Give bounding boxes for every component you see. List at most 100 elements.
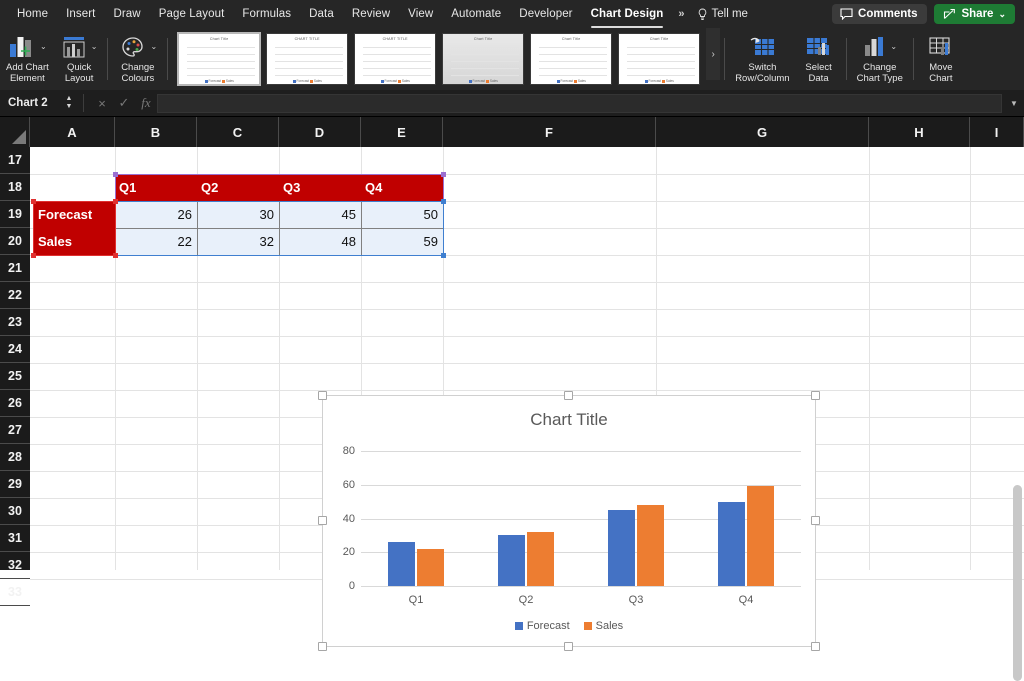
row-header-26[interactable]: 26: [0, 390, 30, 417]
menu-tab-automate[interactable]: Automate: [442, 3, 510, 25]
name-box-spinner[interactable]: ▲ ▼: [62, 96, 76, 110]
tell-me-button[interactable]: Tell me: [691, 4, 754, 25]
selection-handle-values-tr[interactable]: [441, 199, 446, 204]
menu-tab-developer[interactable]: Developer: [510, 3, 581, 25]
row-header-31[interactable]: 31: [0, 525, 30, 552]
row-header-30[interactable]: 30: [0, 498, 30, 525]
chart-style-1[interactable]: Chart TitleForecast Sales: [178, 33, 260, 85]
formula-input[interactable]: [157, 94, 1002, 113]
column-header-G[interactable]: G: [656, 117, 869, 147]
change-chart-type-button[interactable]: ⌄ Change Chart Type: [851, 28, 909, 90]
row-header-20[interactable]: 20: [0, 228, 30, 255]
insert-function-icon[interactable]: fx: [135, 95, 157, 111]
column-header-H[interactable]: H: [869, 117, 970, 147]
row-header-17[interactable]: 17: [0, 147, 30, 174]
chart-bar-forecast-q3[interactable]: [608, 510, 635, 586]
quick-layout-button[interactable]: ⌄ Quick Layout: [55, 28, 104, 90]
column-header-D[interactable]: D: [279, 117, 361, 147]
chart-legend[interactable]: Forecast Sales: [323, 620, 815, 632]
column-header-A[interactable]: A: [30, 117, 115, 147]
chart-bar-sales-q3[interactable]: [637, 505, 664, 586]
chart-handle-top-left[interactable]: [318, 391, 327, 400]
chart-bar-forecast-q1[interactable]: [388, 542, 415, 586]
chart-bar-sales-q2[interactable]: [527, 532, 554, 586]
selection-handle-header-tr[interactable]: [441, 172, 446, 177]
chart-bar-group-Q3[interactable]: [608, 451, 664, 586]
select-all-corner[interactable]: [0, 117, 30, 147]
chart-style-5[interactable]: Chart TitleForecast Sales: [530, 33, 612, 85]
name-box[interactable]: Chart 2: [0, 90, 62, 117]
chart-style-title: Chart Title: [179, 37, 259, 41]
comments-button[interactable]: Comments: [832, 4, 927, 24]
chart-style-6[interactable]: Chart TitleForecast Sales: [618, 33, 700, 85]
chart-handle-top-center[interactable]: [564, 391, 573, 400]
chart-bar-forecast-q2[interactable]: [498, 535, 525, 586]
change-colours-button[interactable]: ⌄ Change Colours: [112, 28, 163, 90]
menu-tab-home[interactable]: Home: [8, 3, 57, 25]
menu-tab-view[interactable]: View: [399, 3, 442, 25]
row-header-22[interactable]: 22: [0, 282, 30, 309]
select-data-button[interactable]: Select Data: [796, 28, 842, 90]
chart-legend-item-sales[interactable]: Sales: [584, 620, 624, 632]
share-button[interactable]: Share ⌄: [934, 4, 1015, 24]
chart-bar-sales-q1[interactable]: [417, 549, 444, 586]
row-header-32[interactable]: 32: [0, 552, 30, 579]
chart-bar-group-Q1[interactable]: [388, 451, 444, 586]
add-chart-element-button[interactable]: ⌄ Add Chart Element: [0, 28, 55, 90]
menu-tab-page-layout[interactable]: Page Layout: [150, 3, 234, 25]
row-header-25[interactable]: 25: [0, 363, 30, 390]
menu-tab-draw[interactable]: Draw: [104, 3, 149, 25]
selection-handle-cat-br[interactable]: [113, 253, 118, 258]
chart-styles-gallery[interactable]: Chart TitleForecast Sales CHART TITLEFor…: [172, 28, 706, 90]
chart-bar-forecast-q4[interactable]: [718, 502, 745, 586]
chart-style-title: Chart Title: [531, 37, 611, 41]
column-header-E[interactable]: E: [361, 117, 443, 147]
vertical-scrollbar-thumb[interactable]: [1013, 485, 1022, 681]
menu-tab-insert[interactable]: Insert: [57, 3, 104, 25]
menu-tab-data[interactable]: Data: [300, 3, 343, 25]
chart-handle-bottom-left[interactable]: [318, 642, 327, 651]
selection-handle-header-tl[interactable]: [113, 172, 118, 177]
chart-object[interactable]: Chart Title 806040200 Q1Q2Q3Q4 ForecastS…: [322, 395, 816, 647]
row-header-33[interactable]: 33: [0, 579, 30, 606]
chart-handle-middle-left[interactable]: [318, 516, 327, 525]
column-header-F[interactable]: F: [443, 117, 656, 147]
chart-handle-middle-right[interactable]: [811, 516, 820, 525]
chart-title[interactable]: Chart Title: [323, 410, 815, 430]
chart-handle-bottom-center[interactable]: [564, 642, 573, 651]
switch-row-column-button[interactable]: Switch Row/Column: [729, 28, 795, 90]
chart-style-4[interactable]: Chart TitleForecast Sales: [442, 33, 524, 85]
menu-overflow-icon[interactable]: »: [672, 8, 690, 20]
chart-handle-top-right[interactable]: [811, 391, 820, 400]
selection-handle-cat-tl[interactable]: [31, 199, 36, 204]
enter-formula-icon[interactable]: ✓: [113, 95, 135, 111]
menu-tab-chart-design[interactable]: Chart Design: [582, 3, 673, 25]
chart-style-3[interactable]: CHART TITLEForecast Sales: [354, 33, 436, 85]
row-header-19[interactable]: 19: [0, 201, 30, 228]
chart-bar-group-Q4[interactable]: [718, 451, 774, 586]
selection-handle-cat-bl[interactable]: [31, 253, 36, 258]
gallery-scroll-right-icon[interactable]: ›: [706, 28, 720, 80]
column-header-C[interactable]: C: [197, 117, 279, 147]
row-header-21[interactable]: 21: [0, 255, 30, 282]
formula-bar-expand-icon[interactable]: ▼: [1004, 99, 1024, 108]
row-header-18[interactable]: 18: [0, 174, 30, 201]
row-header-23[interactable]: 23: [0, 309, 30, 336]
selection-handle-values-br[interactable]: [441, 253, 446, 258]
menu-tab-formulas[interactable]: Formulas: [233, 3, 300, 25]
row-header-24[interactable]: 24: [0, 336, 30, 363]
menu-tab-review[interactable]: Review: [343, 3, 399, 25]
chart-bar-sales-q4[interactable]: [747, 486, 774, 586]
row-header-27[interactable]: 27: [0, 417, 30, 444]
row-header-28[interactable]: 28: [0, 444, 30, 471]
chart-bar-group-Q2[interactable]: [498, 451, 554, 586]
chart-handle-bottom-right[interactable]: [811, 642, 820, 651]
column-header-B[interactable]: B: [115, 117, 197, 147]
row-header-29[interactable]: 29: [0, 471, 30, 498]
chart-legend-item-forecast[interactable]: Forecast: [515, 620, 570, 632]
selection-handle-cat-tr[interactable]: [113, 199, 118, 204]
chart-style-2[interactable]: CHART TITLEForecast Sales: [266, 33, 348, 85]
move-chart-button[interactable]: Move Chart: [918, 28, 964, 90]
column-header-I[interactable]: I: [970, 117, 1024, 147]
cancel-formula-icon[interactable]: ×: [91, 96, 113, 111]
